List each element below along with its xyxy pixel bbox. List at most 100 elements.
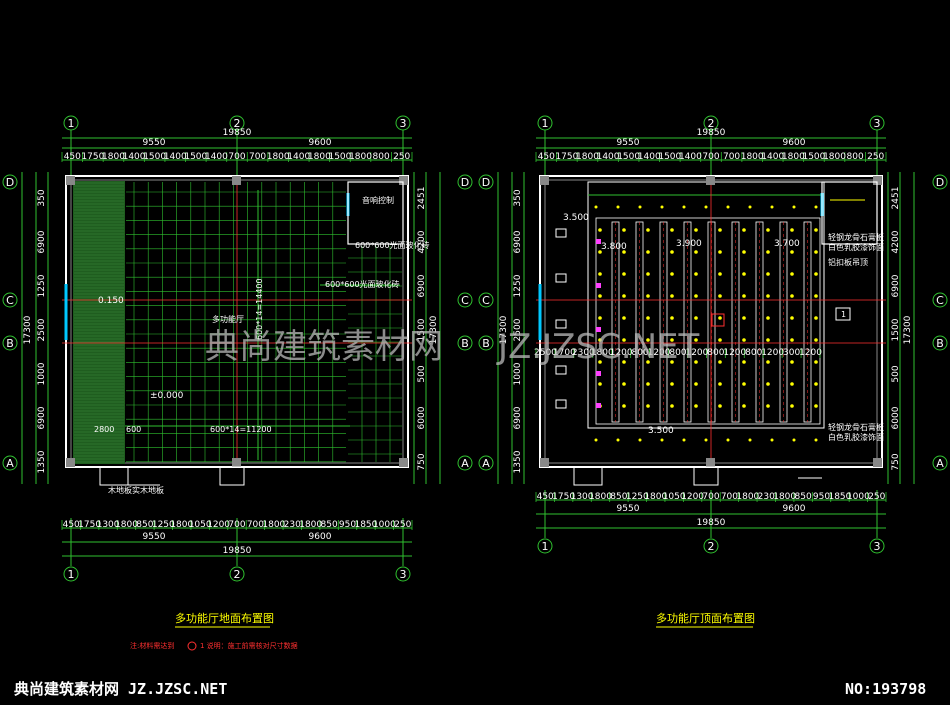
axis-label: D <box>482 176 490 189</box>
dim-value: 1800 <box>823 152 846 162</box>
axis-label: A <box>6 457 14 470</box>
light-point <box>694 382 698 386</box>
light-point <box>646 382 650 386</box>
light-point <box>694 250 698 254</box>
light-point <box>814 294 818 298</box>
axis-label: C <box>6 294 14 307</box>
dim-value: 1250 <box>37 274 47 297</box>
light-point <box>694 404 698 408</box>
axis-label: 3 <box>400 117 407 130</box>
light-point <box>670 228 674 232</box>
dim-value: 1250 <box>513 274 523 297</box>
dim-value: 250 <box>867 152 884 162</box>
dim-value: 1200 <box>681 492 704 502</box>
light-point <box>646 250 650 254</box>
axis-label: B <box>461 337 469 350</box>
light-point <box>622 294 626 298</box>
axis-label: D <box>6 176 14 189</box>
light-point <box>814 382 818 386</box>
dim-detail-top-right: 450 1750180014001500140015001400 700 700 180… <box>535 152 887 162</box>
ceiling-level: 3.900 <box>676 239 702 249</box>
axis-label: 1 <box>542 540 549 553</box>
light-point <box>790 382 794 386</box>
red-note-left: 注:材料需达到 <box>130 641 174 650</box>
dim-detail-bottom-left: 4501750130018008501250180010501200700 700… <box>61 520 413 530</box>
ceiling-level: 3.800 <box>601 242 627 252</box>
light-point <box>718 382 722 386</box>
axis-label: D <box>461 176 469 189</box>
light-point <box>646 272 650 276</box>
watermark-url: JZ.JZSC.NET <box>496 327 699 367</box>
light-point <box>742 382 746 386</box>
light-point <box>790 404 794 408</box>
dim-value: 1200 <box>723 348 746 358</box>
dim-value: 1800 <box>299 520 322 530</box>
light-point <box>742 360 746 364</box>
light-point <box>646 294 650 298</box>
light-point <box>718 294 722 298</box>
dim-half-right: 9600 <box>309 138 332 148</box>
axis-label: 1 <box>68 117 75 130</box>
dim-value: 1800 <box>773 492 796 502</box>
wood-floor-label: 木地板实木地板 <box>108 485 164 495</box>
plan-title-right: 多功能厅顶面布置图 <box>656 611 755 625</box>
dim-value: 1350 <box>37 450 47 473</box>
light-point <box>766 404 770 408</box>
ceiling-note: 铝扣板吊顶 <box>828 257 868 267</box>
light-point <box>814 316 818 320</box>
dim-value: 850 <box>321 520 338 530</box>
light-point <box>622 316 626 320</box>
axis-label: C <box>936 294 944 307</box>
dim-half-left: 9550 <box>143 138 166 148</box>
light-point <box>766 338 770 342</box>
room-name: 多功能厅 <box>212 314 244 324</box>
dim-total-bottom: 19850 <box>697 518 726 528</box>
light-point <box>694 272 698 276</box>
axis-label: 3 <box>874 117 881 130</box>
dim-half-right-bottom: 9600 <box>309 532 332 542</box>
dim-value: 6000 <box>891 406 901 429</box>
dim-value: 1000 <box>847 492 870 502</box>
axis-label: C <box>482 294 490 307</box>
light-point <box>670 250 674 254</box>
light-point <box>790 360 794 364</box>
ceiling-level: 3.500 <box>648 426 674 436</box>
dim-value: 450 <box>64 152 81 162</box>
light-point <box>814 250 818 254</box>
footer-brand: 典尚建筑素材网 JZ.JZSC.NET <box>14 680 227 698</box>
dim-value: 1500 <box>891 318 901 341</box>
light-point <box>670 294 674 298</box>
light-point <box>718 404 722 408</box>
light-point <box>598 272 602 276</box>
light-point <box>742 272 746 276</box>
dim-value: 250 <box>393 152 410 162</box>
light-point <box>814 360 818 364</box>
light-point <box>742 294 746 298</box>
light-point <box>766 228 770 232</box>
dim-value: 6000 <box>417 406 427 429</box>
plan-title-left: 多功能厅地面布置图 <box>175 611 274 625</box>
light-point <box>790 316 794 320</box>
light-point <box>814 272 818 276</box>
light-point <box>646 228 650 232</box>
light-point <box>598 316 602 320</box>
light-point <box>766 316 770 320</box>
watermark-text: 典尚建筑素材网 <box>205 327 443 367</box>
dim-value: 250 <box>394 520 411 530</box>
dim-value: 1000 <box>37 362 47 385</box>
dim-value: 6900 <box>513 406 523 429</box>
dim-half-left-bottom: 9550 <box>617 504 640 514</box>
dim-value: 6900 <box>513 230 523 253</box>
dim-value: 4200 <box>891 230 901 253</box>
light-point <box>742 338 746 342</box>
axis-label: A <box>936 457 944 470</box>
light-point <box>742 404 746 408</box>
dim-value: 450 <box>538 152 555 162</box>
dim-value: 800 <box>373 152 390 162</box>
light-point <box>694 228 698 232</box>
dim-value: 6900 <box>37 230 47 253</box>
floor-dim-bottom: 600*14=11200 <box>210 425 272 434</box>
dim-outer: 17300 <box>23 315 33 344</box>
dim-detail-bottom-right: 4501750130018008501250180010501200700 700… <box>535 492 887 502</box>
dim-value: 300 <box>783 348 800 358</box>
